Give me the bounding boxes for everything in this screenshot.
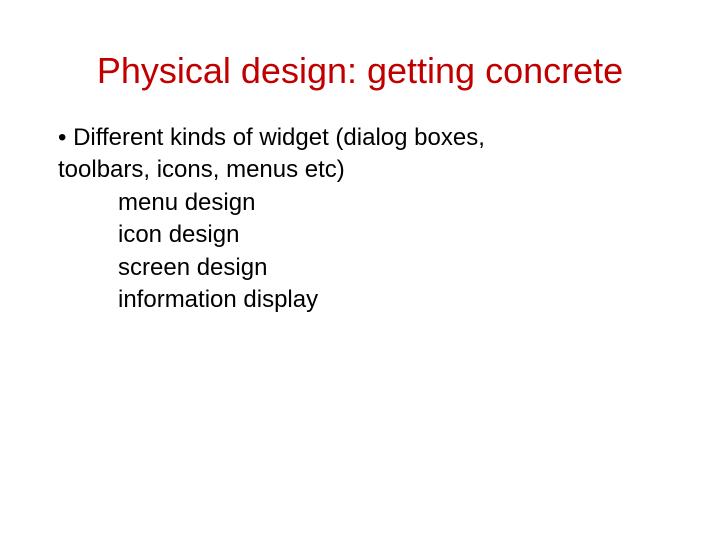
sub-item: information display xyxy=(58,284,670,316)
slide-title: Physical design: getting concrete xyxy=(50,50,670,92)
bullet-text-line1: • Different kinds of widget (dialog boxe… xyxy=(58,122,670,154)
slide-content: • Different kinds of widget (dialog boxe… xyxy=(50,122,670,316)
slide-container: Physical design: getting concrete • Diff… xyxy=(0,0,720,316)
sub-item: icon design xyxy=(58,219,670,251)
sub-item: screen design xyxy=(58,252,670,284)
sub-item: menu design xyxy=(58,187,670,219)
bullet-text-line2: toolbars, icons, menus etc) xyxy=(58,154,670,186)
